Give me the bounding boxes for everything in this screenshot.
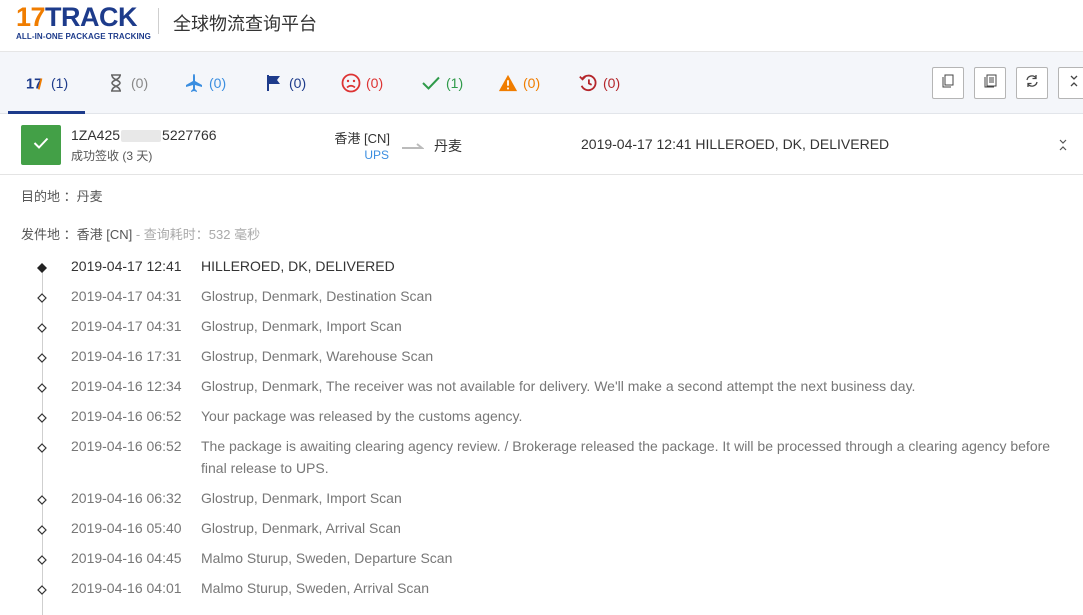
- event-time: 2019-04-16 06:32: [71, 490, 182, 506]
- event-description: Glostrup, Denmark, Warehouse Scan: [201, 348, 434, 364]
- tab-count: (0): [209, 75, 227, 91]
- active-tab-indicator: [8, 111, 85, 114]
- copy-list-button[interactable]: [974, 67, 1006, 99]
- tab-count: (0): [603, 75, 621, 91]
- origin-country: 香港 [CN]: [334, 131, 390, 146]
- tab-pick-up[interactable]: (0): [264, 52, 306, 114]
- diamond-icon: [37, 290, 47, 303]
- 17track-logo[interactable]: 17 TRACK ALL-IN-ONE PACKAGE TRACKING: [16, 3, 151, 43]
- tab-count: (1): [446, 75, 464, 91]
- tab-count: (0): [131, 75, 149, 91]
- tracking-number-prefix: 1ZA425: [71, 127, 121, 143]
- sad-face-icon: [341, 73, 361, 93]
- tab-count: (0): [523, 75, 541, 91]
- tab-count: (1): [51, 75, 69, 91]
- tab-not-found[interactable]: (0): [106, 52, 148, 114]
- tab-undelivered[interactable]: (0): [341, 52, 383, 114]
- diamond-icon: [37, 380, 47, 393]
- refresh-icon: [1025, 74, 1039, 93]
- tracking-number-suffix: 5227766: [162, 127, 217, 143]
- event-time: 2019-04-16 17:31: [71, 348, 182, 364]
- event-description: The package is awaiting clearing agency …: [201, 438, 1051, 476]
- destination-country: 丹麦: [434, 138, 462, 154]
- event-time: 2019-04-17 12:41: [71, 258, 182, 274]
- delivered-status-badge: [21, 125, 61, 165]
- tab-in-transit[interactable]: (0): [184, 52, 226, 114]
- diamond-icon: [37, 552, 47, 565]
- origin-line-text: 发件地 ：香港 [CN]: [21, 227, 133, 242]
- status-filter-tabs: 17 (1) (0) (0) (0) (0) (1) (0) (0): [0, 52, 1083, 114]
- diamond-icon: [37, 522, 47, 535]
- 17track-logo-icon: 17: [26, 73, 46, 93]
- filled-diamond-icon: [37, 260, 47, 273]
- shipment-summary-row[interactable]: 1ZA425 5227766 成功签收 (3 天) 香港 [CN] UPS 丹麦 …: [0, 115, 1083, 175]
- logo-tagline: ALL-IN-ONE PACKAGE TRACKING: [16, 32, 151, 41]
- event-description: Glostrup, Denmark, Destination Scan: [201, 288, 433, 304]
- destination-line: 目的地 ：丹麦: [21, 189, 103, 204]
- event-time: 2019-04-17 04:31: [71, 318, 182, 334]
- event-description: Malmo Sturup, Sweden, Departure Scan: [201, 550, 453, 566]
- latest-event: 2019-04-17 12:41 HILLEROED, DK, DELIVERE…: [581, 136, 890, 152]
- redacted-segment: [121, 130, 162, 143]
- checkmark-icon: [421, 73, 441, 93]
- event-description: Your package was released by the customs…: [201, 408, 523, 424]
- origin-line: 发件地 ：香港 [CN] - 查询耗时：532 毫秒: [21, 224, 260, 243]
- history-icon: [578, 73, 598, 93]
- hourglass-icon: [106, 73, 126, 93]
- diamond-icon: [37, 320, 47, 333]
- refresh-button[interactable]: [1016, 67, 1048, 99]
- event-description: Glostrup, Denmark, The receiver was not …: [201, 378, 916, 394]
- page-title: 全球物流查询平台: [173, 14, 317, 34]
- copy-button[interactable]: [932, 67, 964, 99]
- collapse-all-button[interactable]: [1058, 67, 1083, 99]
- tab-alert[interactable]: (0): [498, 52, 540, 114]
- header-divider: [158, 8, 159, 34]
- event-description: Malmo Sturup, Sweden, Arrival Scan: [201, 580, 429, 596]
- diamond-icon: [37, 582, 47, 595]
- event-description: HILLEROED, DK, DELIVERED: [201, 258, 395, 274]
- tab-count: (0): [366, 75, 384, 91]
- event-time: 2019-04-16 05:40: [71, 520, 182, 536]
- app-header: 17 TRACK ALL-IN-ONE PACKAGE TRACKING 全球物流…: [0, 0, 1083, 52]
- event-time: 2019-04-16 06:52: [71, 438, 182, 454]
- query-time: - 查询耗时：532 毫秒: [132, 227, 261, 242]
- copy-list-icon: [984, 74, 997, 93]
- collapse-icon: [1068, 74, 1080, 93]
- tab-count: (0): [289, 75, 307, 91]
- diamond-icon: [37, 440, 47, 453]
- copy-icon: [942, 74, 954, 93]
- event-time: 2019-04-16 12:34: [71, 378, 182, 394]
- shipment-status: 成功签收 (3 天): [71, 149, 153, 163]
- airplane-icon: [184, 73, 204, 93]
- event-time: 2019-04-16 04:45: [71, 550, 182, 566]
- tab-delivered[interactable]: (1): [421, 52, 463, 114]
- route-arrow-icon: [402, 140, 425, 152]
- event-description: Glostrup, Denmark, Import Scan: [201, 490, 402, 506]
- event-time: 2019-04-16 04:01: [71, 580, 182, 596]
- event-description: Glostrup, Denmark, Arrival Scan: [201, 520, 401, 536]
- carrier-link[interactable]: UPS: [330, 148, 389, 162]
- diamond-icon: [37, 492, 47, 505]
- diamond-icon: [37, 350, 47, 363]
- event-time: 2019-04-16 06:52: [71, 408, 182, 424]
- event-description: Glostrup, Denmark, Import Scan: [201, 318, 402, 334]
- event-time: 2019-04-17 04:31: [71, 288, 182, 304]
- logo-number: 17: [16, 2, 46, 32]
- tab-expired[interactable]: (0): [578, 52, 620, 114]
- warning-icon: [498, 73, 518, 93]
- logo-wordmark: 17 TRACK: [16, 3, 146, 31]
- checkmark-icon: [33, 136, 49, 154]
- diamond-icon: [37, 410, 47, 423]
- logo-text: TRACK: [45, 2, 138, 32]
- tab-all[interactable]: 17 (1): [26, 52, 68, 114]
- collapse-icon[interactable]: [1057, 138, 1069, 152]
- tracking-number[interactable]: 1ZA425 5227766: [71, 127, 217, 143]
- flag-icon: [264, 73, 284, 93]
